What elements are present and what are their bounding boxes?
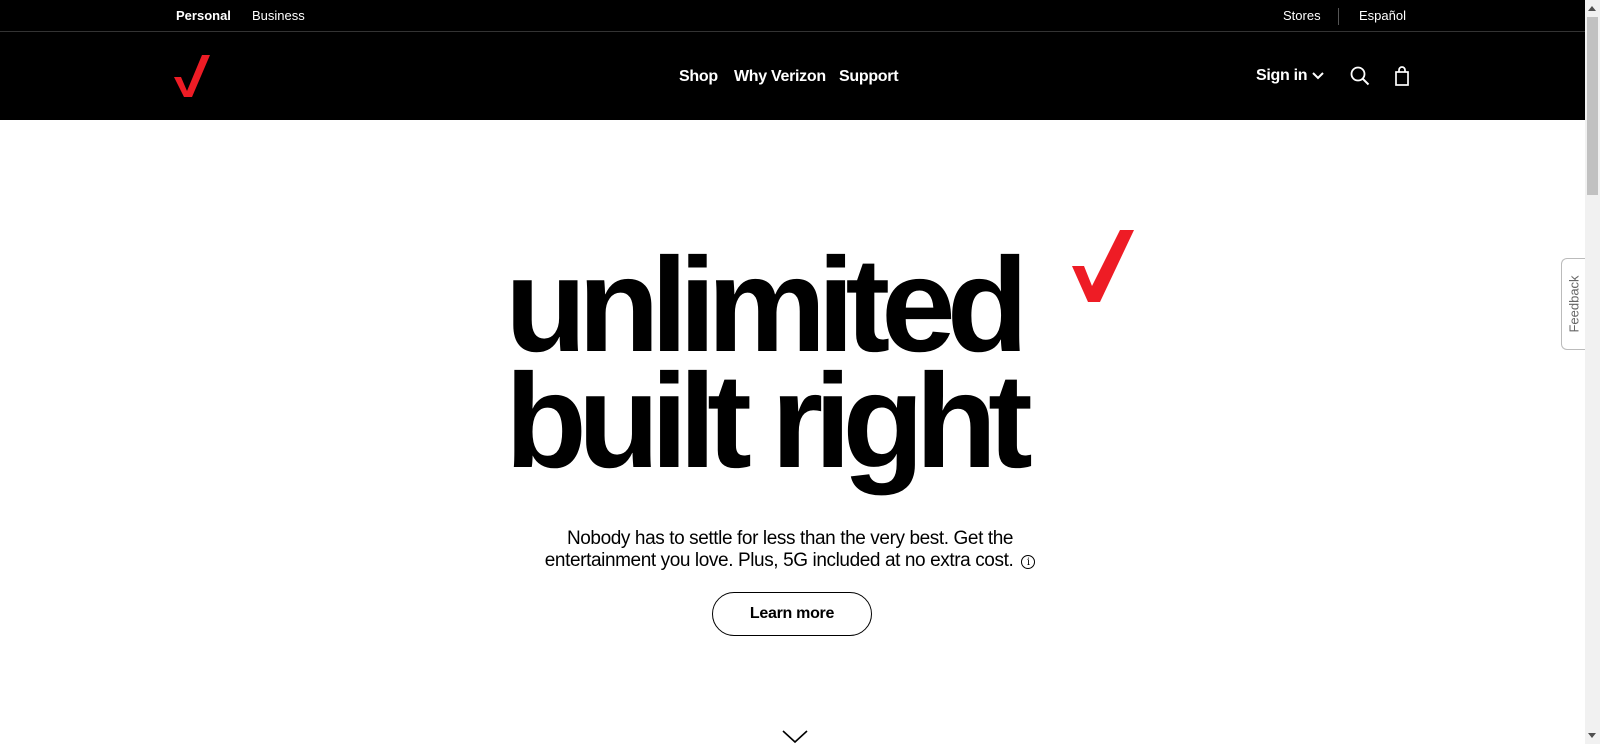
scroll-up-arrow-icon[interactable] (1588, 6, 1596, 11)
main-nav: Shop Why Verizon Support Sign in (0, 32, 1585, 120)
hero-description-text: Nobody has to settle for less than the v… (544, 528, 1014, 571)
hero-title: unlimited built right (505, 239, 1145, 496)
scroll-thumb[interactable] (1587, 17, 1598, 195)
nav-support[interactable]: Support (839, 68, 899, 86)
sign-in-label: Sign in (1256, 67, 1308, 84)
chevron-down-icon (1312, 72, 1324, 80)
cart-icon[interactable] (1391, 65, 1413, 87)
info-icon[interactable]: i (1021, 555, 1036, 569)
page-scrollbar[interactable] (1585, 0, 1600, 744)
search-icon[interactable] (1349, 65, 1371, 87)
personal-link[interactable]: Personal (176, 8, 231, 24)
learn-more-button[interactable]: Learn more (712, 592, 872, 636)
espanol-link[interactable]: Español (1359, 8, 1406, 24)
hero-title-line-2: built right (505, 347, 1033, 496)
hero-description: Nobody has to settle for less than the v… (540, 528, 1040, 572)
scroll-down-chevron-icon[interactable] (782, 730, 808, 744)
feedback-label: Feedback (1566, 275, 1581, 333)
stores-link[interactable]: Stores (1283, 8, 1321, 24)
sign-in-button[interactable]: Sign in (1256, 67, 1324, 85)
utility-divider (1338, 8, 1339, 25)
feedback-tab[interactable]: Feedback (1561, 258, 1585, 350)
nav-why-verizon[interactable]: Why Verizon (734, 68, 826, 86)
verizon-check-logo[interactable] (174, 55, 210, 99)
scroll-down-arrow-icon[interactable] (1588, 733, 1596, 738)
business-link[interactable]: Business (252, 8, 305, 24)
verizon-check-mark-icon (1072, 230, 1134, 302)
utility-bar: Personal Business Stores Español (0, 0, 1585, 32)
nav-shop[interactable]: Shop (679, 68, 718, 86)
